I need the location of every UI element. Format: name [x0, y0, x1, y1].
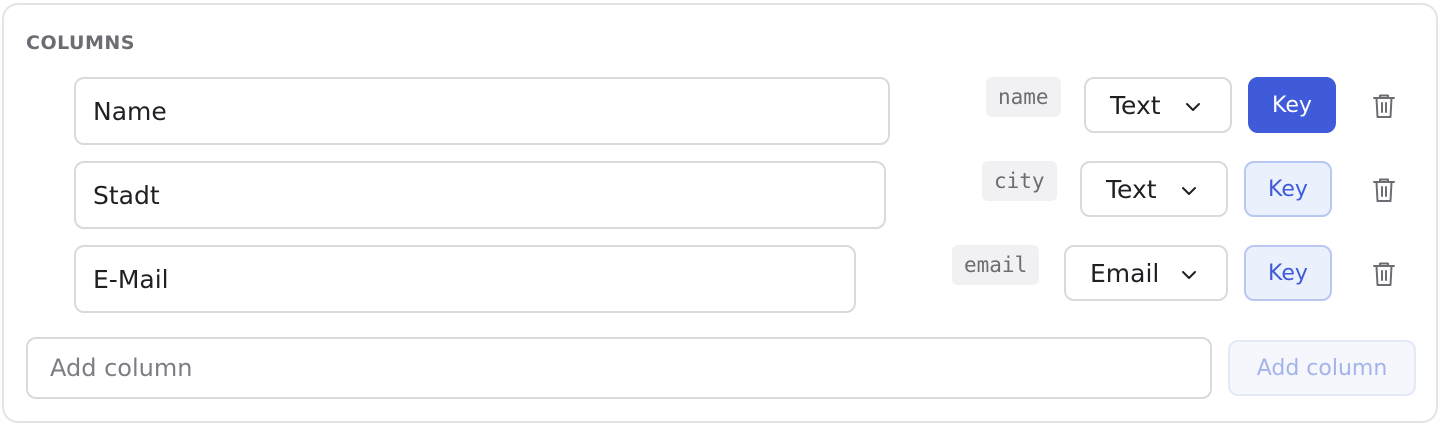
section-title: COLUMNS [26, 32, 135, 54]
primary-key-toggle[interactable]: Key [1244, 161, 1332, 217]
chevron-down-icon [1182, 271, 1196, 279]
column-type-value: Text [1106, 174, 1157, 204]
primary-key-toggle[interactable]: Key [1244, 245, 1332, 301]
primary-key-toggle[interactable]: Key [1248, 77, 1336, 133]
trash-icon[interactable] [1372, 261, 1396, 287]
column-name-input[interactable] [74, 161, 886, 229]
chevron-down-icon [1182, 187, 1196, 195]
column-type-value: Email [1090, 258, 1160, 288]
column-key-tag: email [952, 245, 1040, 285]
add-column-button[interactable]: Add column [1228, 340, 1416, 396]
column-name-input[interactable] [74, 245, 856, 313]
trash-icon[interactable] [1372, 93, 1396, 119]
column-row: name Text Key [0, 77, 1442, 145]
column-key-tag: city [982, 161, 1057, 201]
column-key-tag: name [986, 77, 1061, 117]
column-type-select[interactable]: Text [1080, 161, 1228, 217]
column-name-input[interactable] [74, 77, 890, 145]
column-type-value: Text [1110, 90, 1161, 120]
column-type-select[interactable]: Email [1064, 245, 1228, 301]
column-row: email Email Key [0, 245, 1442, 313]
add-column-input[interactable] [26, 337, 1212, 399]
column-type-select[interactable]: Text [1084, 77, 1232, 133]
column-row: city Text Key [0, 161, 1442, 229]
chevron-down-icon [1186, 103, 1200, 111]
trash-icon[interactable] [1372, 177, 1396, 203]
